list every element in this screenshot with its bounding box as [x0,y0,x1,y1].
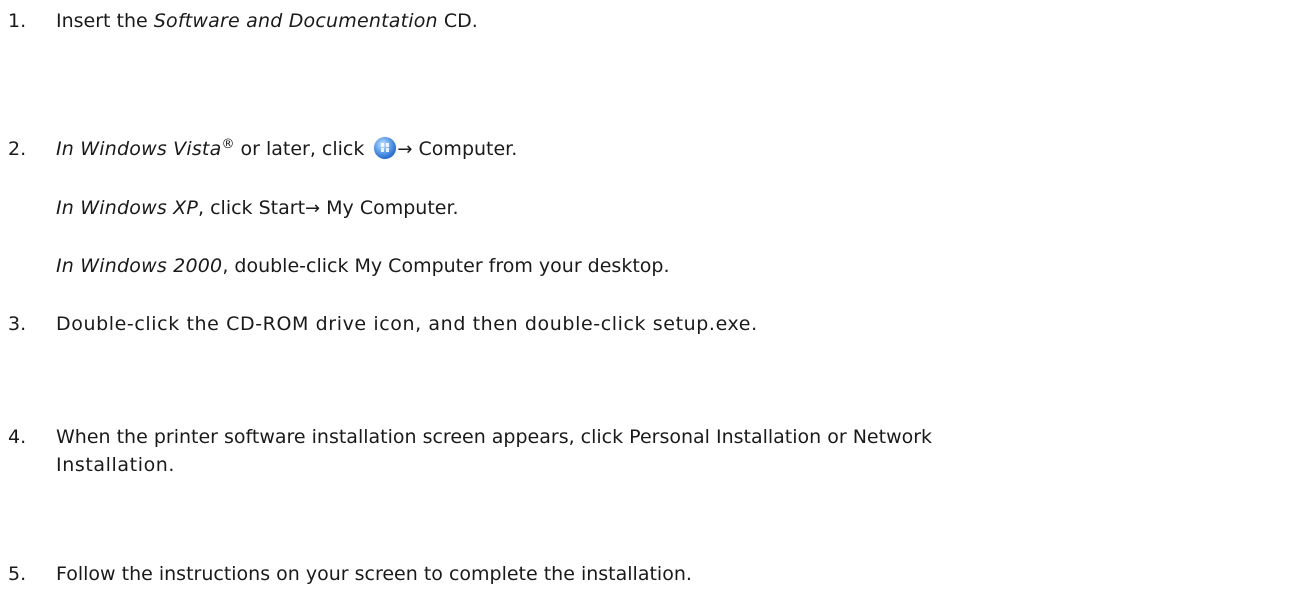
step-text-line-1: When the printer software installation s… [56,426,933,448]
windows-start-orb-icon [374,137,397,159]
step-1-prefix: Insert the [56,10,154,32]
substep-2000: In Windows 2000, double-click My Compute… [56,251,670,281]
step-number: 3. [8,313,27,335]
cd-title: Software and Documentation [153,10,438,32]
step-text: In Windows Vista® or later, click → Comp… [56,134,517,165]
step-2-target: Computer. [412,138,518,160]
arrow-icon: → [305,198,321,219]
registered-mark: ® [221,137,235,152]
step-2-mid: or later, click [234,138,371,160]
step-text: Follow the instructions on your screen t… [56,563,692,585]
step-number: 1. [8,10,27,32]
step-text: Double-click the CD-ROM drive icon, and … [56,313,758,335]
os-2000-label: In Windows 2000 [56,255,223,277]
step-number: 4. [8,426,27,448]
arrow-icon: → [397,139,413,160]
substep-xp-text1: , click Start [198,197,306,219]
os-vista-label: In Windows Vista [56,138,222,160]
step-text: Insert the Software and Documentation CD… [56,6,478,36]
os-xp-label: In Windows XP [56,197,199,219]
substep-xp: In Windows XP, click Start→ My Computer. [56,193,459,224]
substep-2000-text: , double-click My Computer from your des… [222,255,670,277]
step-text-line-2: Installation. [56,454,176,476]
step-number: 5. [8,563,27,585]
step-number: 2. [8,138,27,160]
step-1-suffix: CD. [437,10,478,32]
substep-xp-text2: My Computer. [320,197,459,219]
